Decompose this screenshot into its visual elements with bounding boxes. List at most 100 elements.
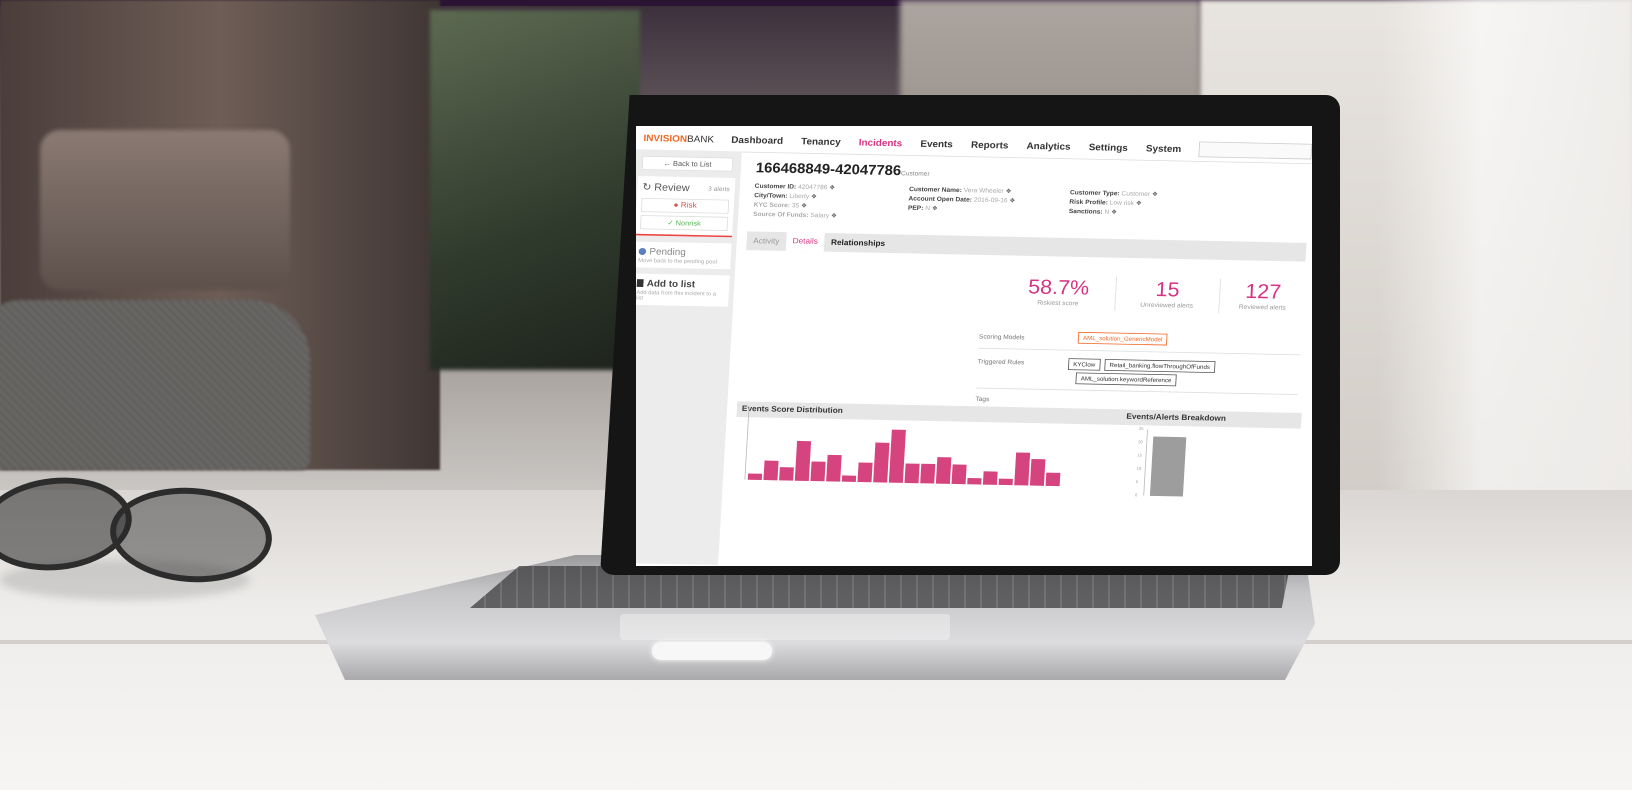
tags-label: Tags [975, 395, 990, 403]
info-icon: ❖ [829, 183, 836, 192]
divider [978, 347, 1301, 356]
distribution-bar[interactable] [982, 471, 998, 485]
pending-icon [638, 247, 647, 255]
events-alerts-breakdown-title: Events/Alerts Breakdown [1120, 409, 1302, 429]
app-window: INVISION BANK Dashboard Tenancy Incident… [636, 126, 1312, 566]
info-icon: ❖ [1151, 190, 1159, 198]
info-icon: ❖ [1110, 208, 1118, 216]
scoring-model-chip[interactable]: AML_solution_GenericModel [1077, 331, 1168, 346]
pending-card[interactable]: Pending Move back to the pending pool [636, 241, 732, 270]
distribution-bar[interactable] [920, 463, 936, 484]
pending-subtitle: Move back to the pending pool [637, 258, 717, 266]
risk-label: Risk [680, 201, 698, 211]
distribution-bar[interactable] [888, 429, 906, 483]
rule-chip[interactable]: KYClow [1067, 358, 1101, 371]
add-to-list-card[interactable]: Add to list Add data from this incident … [636, 273, 730, 307]
pending-title: Pending [649, 245, 687, 258]
laptop-screen: INVISION BANK Dashboard Tenancy Incident… [636, 126, 1312, 566]
nav-incidents[interactable]: Incidents [849, 137, 911, 149]
y-tick-label: 20 [1137, 440, 1143, 445]
review-count: 3 alerts [707, 184, 731, 193]
background-window-left [430, 10, 640, 370]
nav-settings[interactable]: Settings [1079, 141, 1137, 154]
y-tick-label: 15 [1137, 453, 1143, 459]
customer-fields-col3: Customer Type: Customer ❖ Risk Profile: … [1068, 188, 1159, 216]
distribution-bar[interactable] [826, 454, 842, 482]
stat-unreviewed-alerts: 15 Unreviewed alerts [1140, 277, 1194, 310]
divider [976, 387, 1298, 395]
distribution-bar[interactable] [747, 473, 763, 481]
info-icon: ❖ [800, 202, 808, 210]
nav-events[interactable]: Events [911, 138, 962, 150]
scoring-models-label: Scoring Models [978, 332, 1025, 341]
distribution-bar[interactable] [998, 478, 1013, 486]
breakdown-bar[interactable] [1149, 436, 1187, 497]
review-title: ↻ Review [642, 181, 690, 194]
main-content: 166468849-42047786Customer Customer ID: … [718, 152, 1311, 566]
distribution-bar[interactable] [779, 467, 794, 481]
add-to-list-subtitle: Add data from this incident to a list [636, 290, 717, 302]
back-to-list-button[interactable]: ← Back to List [641, 155, 734, 172]
logo-suffix: BANK [686, 133, 715, 145]
back-label: Back to List [672, 159, 712, 169]
nonrisk-button[interactable]: ✓ Nonrisk [639, 215, 729, 231]
tab-details[interactable]: Details [785, 232, 825, 252]
rule-chip[interactable]: Retail_banking.flowThroughOfFunds [1104, 359, 1216, 373]
distribution-bar[interactable] [841, 475, 857, 482]
events-score-distribution-title: Events Score Distribution [736, 401, 1122, 425]
eye-icon: ↻ [642, 180, 655, 193]
review-card: ↻ Review 3 alerts ● Risk ✓ Nonrisk [636, 176, 736, 238]
info-icon: ❖ [1005, 187, 1012, 195]
y-tick-label: 0 [1134, 493, 1138, 498]
customer-type-tag: Customer [900, 169, 930, 178]
add-to-list-title: Add to list [646, 277, 696, 290]
distribution-bar[interactable] [1045, 472, 1061, 487]
distribution-bar[interactable] [810, 461, 826, 482]
nav-dashboard[interactable]: Dashboard [722, 134, 792, 146]
nonrisk-label: Nonrisk [675, 218, 702, 228]
distribution-bar[interactable] [1029, 459, 1046, 486]
background-chair [40, 130, 290, 290]
triggered-rules-label: Triggered Rules [977, 357, 1025, 366]
stat-riskiest-score: 58.7% Riskiest score [1027, 274, 1090, 307]
tab-activity[interactable]: Activity [746, 236, 786, 246]
distribution-bar[interactable] [1014, 452, 1031, 486]
nav-tenancy[interactable]: Tenancy [792, 135, 850, 148]
review-label: Review [654, 181, 690, 194]
rule-chip[interactable]: AML_solution.keywordReference [1075, 372, 1177, 387]
nav-system[interactable]: System [1137, 143, 1191, 155]
y-tick-label: 25 [1138, 426, 1144, 432]
distribution-bar[interactable] [763, 460, 779, 481]
customer-id-title: 166468849-42047786Customer [755, 159, 930, 179]
y-tick-label: 10 [1136, 466, 1142, 472]
distribution-bar[interactable] [857, 462, 873, 483]
distribution-bar[interactable] [873, 442, 890, 483]
nav-analytics[interactable]: Analytics [1017, 140, 1080, 152]
distribution-bar[interactable] [951, 464, 967, 485]
laptop-trackpad [620, 614, 950, 640]
y-axis [1143, 429, 1148, 496]
customer-fields-col1: Customer ID: 42047786 ❖ City/Town: Liber… [752, 182, 838, 220]
brand-logo[interactable]: INVISION BANK [636, 132, 723, 145]
stat-divider [1114, 276, 1118, 311]
detail-tabs: Activity Details Relationships [746, 231, 1307, 262]
laptop-hinge-reflection [652, 642, 772, 660]
info-icon: ❖ [931, 204, 938, 212]
nav-reports[interactable]: Reports [962, 139, 1018, 151]
distribution-bar[interactable] [967, 477, 982, 485]
customer-fields-col2: Customer Name: Vera Wheeler ❖ Account Op… [907, 185, 1016, 212]
search-input[interactable] [1198, 141, 1312, 160]
risk-button[interactable]: ● Risk [640, 197, 730, 214]
background-sofa [0, 300, 310, 470]
info-icon: ❖ [1009, 196, 1016, 205]
distribution-bar[interactable] [935, 457, 952, 484]
logo-brand: INVISION [643, 132, 688, 145]
distribution-bar[interactable] [794, 440, 812, 481]
tab-relationships[interactable]: Relationships [824, 238, 892, 248]
stat-reviewed-alerts: 127 Reviewed alerts [1238, 279, 1287, 312]
distribution-bar[interactable] [904, 463, 920, 484]
clipboard-icon [636, 279, 644, 288]
info-icon: ❖ [830, 212, 838, 220]
info-icon: ❖ [1135, 199, 1142, 207]
y-tick-label: 5 [1135, 479, 1139, 485]
